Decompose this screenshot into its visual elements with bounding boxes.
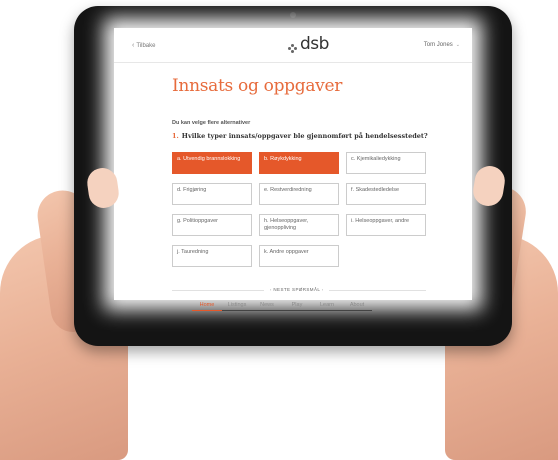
user-menu[interactable]: Tom Jones ⌄ xyxy=(424,42,460,48)
logo-dots-icon xyxy=(288,43,298,53)
camera-icon xyxy=(290,12,296,18)
option-frigjoring[interactable]: d. Frigjøring xyxy=(172,183,252,205)
option-roykdykking[interactable]: b. Røykdykking xyxy=(259,152,339,174)
question-number: 1. xyxy=(172,132,179,140)
option-helseoppgaver-gjenoppliving[interactable]: h. Helseoppgaver, gjenoppliving xyxy=(259,214,339,236)
nav-learn[interactable]: Learn xyxy=(312,302,342,311)
option-andre-oppgaver[interactable]: k. Andre oppgaver xyxy=(259,245,339,267)
option-skadestedledelse[interactable]: f. Skadestedledelse xyxy=(346,183,426,205)
chevron-left-icon: ‹ xyxy=(270,287,272,292)
nav-about[interactable]: About xyxy=(342,302,372,311)
nav-home[interactable]: Home xyxy=(192,302,222,311)
option-helseoppgaver-andre[interactable]: i. Helseoppgaver, andre xyxy=(346,214,426,236)
top-bar: ‹ Tilbake dsb Tom Jones ⌄ xyxy=(114,28,472,63)
back-label: Tilbake xyxy=(136,42,156,49)
logo-text: dsb xyxy=(300,34,329,54)
page-title: Innsats og oppgaver xyxy=(172,76,343,96)
option-kjemikaliedykking[interactable]: c. Kjemikaliedykking xyxy=(346,152,426,174)
multi-select-hint: Du kan velge flere alternativer xyxy=(172,120,251,126)
option-restverdiredning[interactable]: e. Restverdiredning xyxy=(259,183,339,205)
back-link[interactable]: ‹ Tilbake xyxy=(132,42,155,49)
user-name: Tom Jones xyxy=(423,42,453,48)
dsb-logo: dsb xyxy=(288,36,329,53)
option-utvendig-brannslokking[interactable]: a. Utvendig brannslokking xyxy=(172,152,252,174)
chevron-down-icon: ⌄ xyxy=(455,42,460,48)
question: 1. Hvilke typer innsats/oppgaver ble gje… xyxy=(172,132,428,140)
options-grid: a. Utvendig brannslokking b. Røykdykking… xyxy=(172,152,426,267)
bottom-nav: Home Listings News Play Learn About xyxy=(192,302,372,311)
nav-listings[interactable]: Listings xyxy=(222,302,252,311)
option-politioppgaver[interactable]: g. Politioppgaver xyxy=(172,214,252,236)
tablet-device: ‹ Tilbake dsb Tom Jones ⌄ Innsats og opp… xyxy=(74,6,512,346)
chevron-right-icon: › xyxy=(321,287,324,292)
next-question-button[interactable]: ‹ NESTE SPØRSMÅL › xyxy=(264,287,330,292)
chevron-left-icon: ‹ xyxy=(132,42,135,49)
question-text: Hvilke typer innsats/oppgaver ble gjenno… xyxy=(181,132,428,140)
nav-news[interactable]: News xyxy=(252,302,282,311)
nav-play[interactable]: Play xyxy=(282,302,312,311)
app-screen: ‹ Tilbake dsb Tom Jones ⌄ Innsats og opp… xyxy=(114,28,472,300)
option-tauredning[interactable]: j. Tauredning xyxy=(172,245,252,267)
next-question-label: NESTE SPØRSMÅL xyxy=(273,287,321,292)
